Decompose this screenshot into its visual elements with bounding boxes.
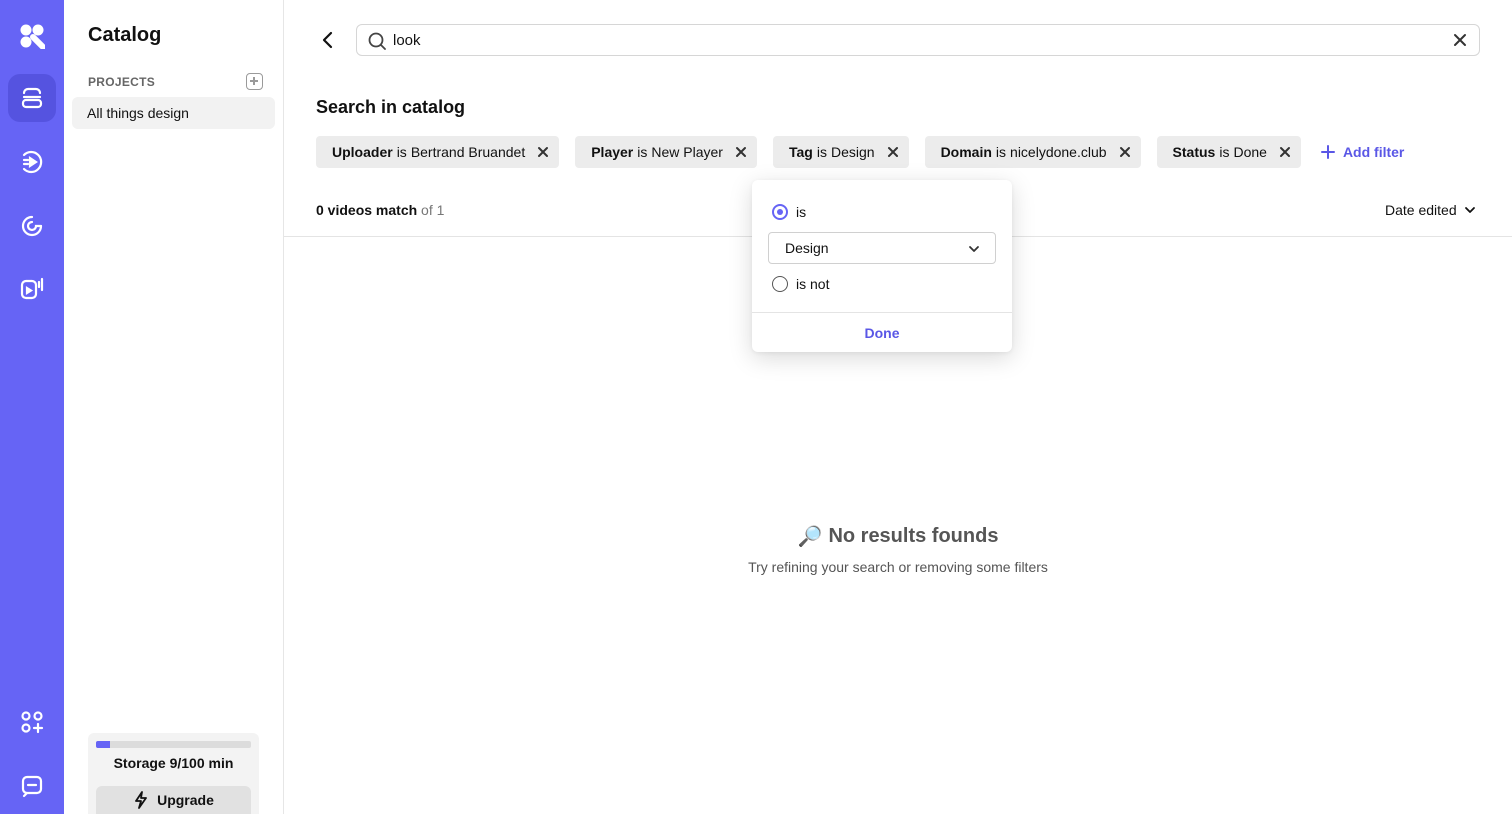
radio-is-not[interactable]: [772, 276, 788, 292]
empty-state: 🔎 No results founds Try refining your se…: [648, 524, 1148, 575]
filter-value: Design: [830, 144, 875, 160]
storage-panel: Storage 9/100 min Upgrade: [88, 733, 259, 814]
remove-filter-icon[interactable]: [537, 146, 549, 158]
filter-operator: is: [816, 144, 827, 160]
sidebar-item-all-things-design[interactable]: All things design: [72, 97, 275, 129]
search-bar: [356, 24, 1480, 56]
filter-value: New Player: [651, 144, 723, 160]
chevron-down-icon: [1464, 207, 1475, 213]
sort-label: Date edited: [1385, 202, 1457, 218]
option-is[interactable]: is: [772, 204, 806, 220]
broadcast-icon[interactable]: [8, 138, 56, 186]
filter-popover: is Design is not Done: [752, 180, 1012, 352]
option-is-not[interactable]: is not: [772, 276, 829, 292]
page-title: Search in catalog: [316, 97, 466, 117]
sort-dropdown[interactable]: Date edited: [1385, 202, 1477, 218]
storage-label: Storage 9/100 min: [113, 755, 234, 771]
filter-chip-tag[interactable]: Tag is Design: [772, 136, 909, 168]
analytics-icon[interactable]: [8, 202, 56, 250]
radio-is[interactable]: [772, 204, 788, 220]
chat-icon[interactable]: [8, 762, 56, 810]
filter-value: nicelydone.club: [1010, 144, 1107, 160]
filter-field: Domain: [940, 144, 992, 160]
filter-chip-domain[interactable]: Domain is nicelydone.club: [924, 136, 1141, 168]
back-button[interactable]: [316, 28, 340, 52]
magnifier-icon: 🔎: [797, 526, 823, 548]
add-filter-label: Add filter: [1342, 144, 1405, 160]
empty-state-subtitle: Try refining your search or removing som…: [748, 559, 1048, 575]
tag-select-value: Design: [785, 240, 829, 256]
tag-select[interactable]: Design: [768, 232, 996, 264]
app-rail: [0, 0, 64, 814]
results-count: 0 videos match of 1: [316, 202, 444, 218]
chevron-down-icon: [969, 246, 979, 252]
filter-chip-status[interactable]: Status is Done: [1156, 136, 1301, 168]
remove-filter-icon[interactable]: [735, 146, 747, 158]
upgrade-button[interactable]: Upgrade: [96, 786, 251, 814]
done-button[interactable]: Done: [752, 325, 1012, 341]
remove-filter-icon[interactable]: [1279, 146, 1291, 158]
filter-chip-player[interactable]: Player is New Player: [575, 136, 757, 168]
remove-filter-icon[interactable]: [887, 146, 899, 158]
filter-field: Tag: [788, 144, 813, 160]
filter-operator: is: [995, 144, 1007, 160]
filter-value: Bertrand Bruandet: [410, 144, 526, 160]
results-count-strong: 0 videos match: [316, 202, 418, 218]
filter-operator: is: [396, 144, 407, 160]
upgrade-label: Upgrade: [157, 792, 214, 808]
filter-operator: is: [1219, 144, 1230, 160]
filter-operator: is: [637, 144, 648, 160]
storage-progress-fill: [96, 741, 110, 748]
filter-value: Done: [1233, 144, 1267, 160]
storage-progress-bar: [96, 741, 251, 748]
search-input[interactable]: [393, 29, 1433, 51]
search-icon: [368, 32, 386, 50]
clear-search-icon[interactable]: [1453, 33, 1467, 47]
lightning-icon: [135, 791, 147, 809]
catalog-icon[interactable]: [8, 74, 56, 122]
popover-divider: [752, 312, 1012, 313]
projects-section-label: PROJECTS: [88, 75, 156, 89]
logo-icon[interactable]: [8, 12, 56, 60]
filter-bar: Uploader is Bertrand Bruandet Player is …: [316, 136, 1404, 168]
option-is-label: is: [796, 204, 807, 220]
add-filter-button[interactable]: Add filter: [1317, 144, 1404, 160]
apps-icon[interactable]: [8, 698, 56, 746]
plus-icon: [1320, 145, 1335, 159]
results-count-total: of 1: [421, 202, 445, 218]
filter-field: Status: [1172, 144, 1216, 160]
add-project-icon[interactable]: [246, 73, 263, 90]
remove-filter-icon[interactable]: [1119, 146, 1131, 158]
filter-field: Uploader: [332, 144, 393, 160]
filter-chip-uploader[interactable]: Uploader is Bertrand Bruandet: [316, 136, 560, 168]
sidebar: Catalog PROJECTS All things design Stora…: [64, 0, 284, 814]
empty-state-title: No results founds: [828, 525, 999, 547]
option-is-not-label: is not: [796, 276, 830, 292]
chevron-left-icon: [322, 31, 333, 49]
player-icon[interactable]: [8, 264, 56, 312]
sidebar-title: Catalog: [88, 24, 162, 46]
filter-field: Player: [591, 144, 634, 160]
